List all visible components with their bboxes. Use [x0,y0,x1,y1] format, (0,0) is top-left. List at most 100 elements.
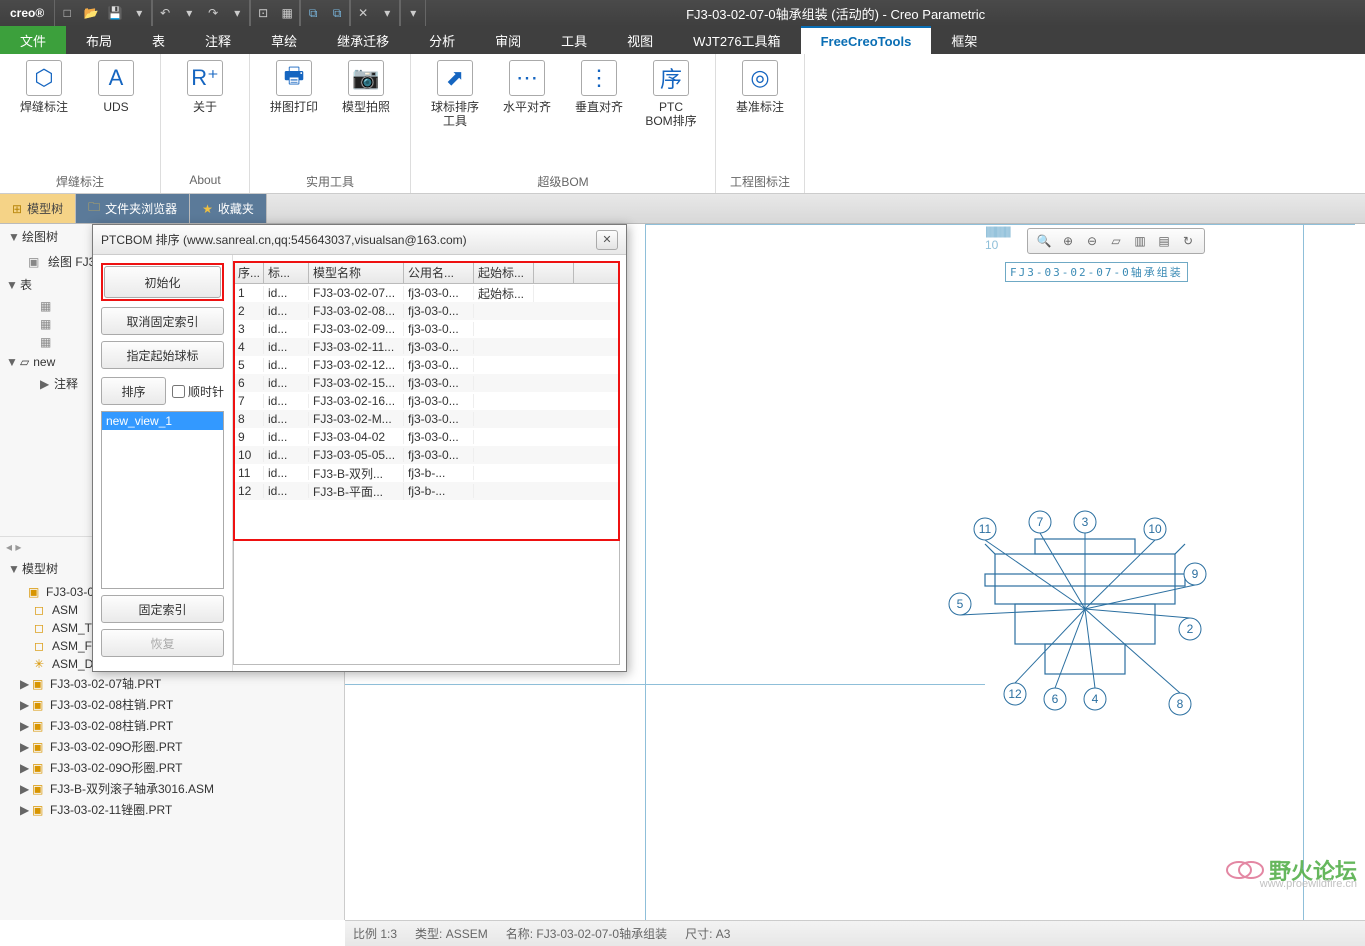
table-row[interactable]: 10id...FJ3-03-05-05...fj3-03-0... [234,446,619,464]
init-button[interactable]: 初始化 [104,266,221,298]
table-header[interactable]: 模型名称 [309,262,404,283]
ribbon-button[interactable]: ⬡焊缝标注 [14,60,74,114]
dialog-titlebar[interactable]: PTCBOM 排序 (www.sanreal.cn,qq:545643037,v… [93,225,626,255]
table-row[interactable]: 11id...FJ3-B-双列...fj3-b-... [234,464,619,482]
set-start-balloon-button[interactable]: 指定起始球标 [101,341,224,369]
favorites-tab[interactable]: ★收藏夹 [190,194,267,223]
redo-icon[interactable]: ↷ [201,0,225,26]
cancel-fix-index-button[interactable]: 取消固定索引 [101,307,224,335]
table-row[interactable]: 9id...FJ3-03-04-02fj3-03-0... [234,428,619,446]
model-tree-item[interactable]: ▶▣FJ3-B-双列滚子轴承3016.ASM [6,778,338,799]
dialog-close-button[interactable]: ✕ [596,230,618,250]
regen-icon[interactable]: ⊡ [251,0,275,26]
table-header[interactable]: 标... [264,262,309,283]
table-header[interactable]: 起始标... [474,262,534,283]
ribbon-button[interactable]: 序PTCBOM排序 [641,60,701,128]
view-list-item[interactable]: new_view_1 [102,412,223,430]
table-header[interactable]: 公用名... [404,262,474,283]
ribbon-button[interactable]: ⬈球标排序工具 [425,60,485,128]
tab-analysis[interactable]: 分析 [409,26,475,54]
view-list[interactable]: new_view_1 [101,411,224,589]
table-row[interactable]: 1id...FJ3-03-02-07...fj3-03-0...起始标... [234,284,619,302]
restore-button[interactable]: 恢复 [101,629,224,657]
save-icon[interactable]: 💾 [103,0,127,26]
ribbon-icon: ◎ [742,60,778,96]
ribbon-icon: 🖶 [276,60,312,96]
bom-table[interactable]: 序...标...模型名称公用名...起始标... 1id...FJ3-03-02… [233,261,620,665]
new-icon[interactable]: □ [55,0,79,26]
tab-tools[interactable]: 工具 [541,26,607,54]
tab-view[interactable]: 视图 [607,26,673,54]
tab-table[interactable]: 表 [132,26,185,54]
ptcbom-sort-dialog: PTCBOM 排序 (www.sanreal.cn,qq:545643037,v… [92,224,627,672]
zoom-in-icon[interactable]: ⊕ [1057,230,1079,252]
zoom-out-icon[interactable]: ⊖ [1081,230,1103,252]
table-row[interactable]: 8id...FJ3-03-02-M...fj3-03-0... [234,410,619,428]
save-dd-icon[interactable]: ▾ [127,0,151,26]
tab-annotate[interactable]: 注释 [185,26,251,54]
model-tree-item[interactable]: ▶▣FJ3-03-02-08柱销.PRT [6,715,338,736]
table-row[interactable]: 7id...FJ3-03-02-16...fj3-03-0... [234,392,619,410]
table-row[interactable]: 6id...FJ3-03-02-15...fj3-03-0... [234,374,619,392]
tab-sketch[interactable]: 草绘 [251,26,317,54]
svg-text:6: 6 [1052,692,1059,706]
ribbon-button[interactable]: 🖶拼图打印 [264,60,324,114]
part-icon: ▣ [32,698,46,712]
fix-index-button[interactable]: 固定索引 [101,595,224,623]
close-icon[interactable]: ✕ [351,0,375,26]
tab-freecreotools[interactable]: FreeCreoTools [801,26,932,54]
part-icon: ✳ [34,657,48,671]
open-icon[interactable]: 📂 [79,0,103,26]
display-icon[interactable]: ▤ [1153,230,1175,252]
svg-text:3: 3 [1082,515,1089,529]
ribbon-icon: ⋮ [581,60,617,96]
asm-icon: ▣ [28,585,42,599]
refresh-icon[interactable]: ↻ [1177,230,1199,252]
table-row[interactable]: 12id...FJ3-B-平面...fj3-b-... [234,482,619,500]
folder-browser-tab[interactable]: 🗀文件夹浏览器 [76,194,190,223]
select-icon[interactable]: ▦ [275,0,299,26]
ribbon-button[interactable]: AUDS [86,60,146,114]
status-size: 尺寸: A3 [685,925,730,942]
ribbon-button[interactable]: ⋯水平对齐 [497,60,557,114]
zoom-fit-icon[interactable]: 🔍 [1033,230,1055,252]
model-tree-item[interactable]: ▶▣FJ3-03-02-08柱销.PRT [6,694,338,715]
model-tree-tab[interactable]: ⊞模型树 [0,194,76,223]
table-row[interactable]: 2id...FJ3-03-02-08...fj3-03-0... [234,302,619,320]
model-tree-item[interactable]: ▶▣FJ3-03-02-09O形圈.PRT [6,757,338,778]
document-tabs: ⊞模型树 🗀文件夹浏览器 ★收藏夹 [0,194,1365,224]
status-bar: 比例 1:3 类型: ASSEM 名称: FJ3-03-02-07-0轴承组装 … [345,920,1365,946]
ribbon-icon: 📷 [348,60,384,96]
tab-file[interactable]: 文件 [0,26,66,54]
tab-layout[interactable]: 布局 [66,26,132,54]
model-tree-item[interactable]: ▶▣FJ3-03-02-09O形圈.PRT [6,736,338,757]
assembly-view: 11731095212648 [945,494,1225,724]
svg-text:9: 9 [1192,567,1199,581]
ribbon-button[interactable]: ⋮垂直对齐 [569,60,629,114]
clockwise-checkbox[interactable]: 顺时针 [172,383,224,400]
table-row[interactable]: 5id...FJ3-03-02-12...fj3-03-0... [234,356,619,374]
ribbon-button[interactable]: ◎基准标注 [730,60,790,114]
table-header[interactable]: 序... [234,262,264,283]
tab-review[interactable]: 审阅 [475,26,541,54]
sort-button[interactable]: 排序 [101,377,166,405]
model-tree-item[interactable]: ▶▣FJ3-03-02-07轴.PRT [6,673,338,694]
model-tree-item[interactable]: ▶▣FJ3-03-02-11锉圈.PRT [6,799,338,820]
table-row[interactable]: 4id...FJ3-03-02-11...fj3-03-0... [234,338,619,356]
window-icon[interactable]: ⧉ [301,0,325,26]
ribbon-button[interactable]: R⁺关于 [175,60,235,114]
tab-inherit[interactable]: 继承迁移 [317,26,409,54]
watermark: 野火论坛 www.proewildfire.cn [1225,852,1357,888]
more-icon[interactable]: ▾ [401,0,425,26]
ribbon-icon: R⁺ [187,60,223,96]
ribbon-tabs: 文件 布局 表 注释 草绘 继承迁移 分析 审阅 工具 视图 WJT276工具箱… [0,26,1365,54]
table-row[interactable]: 3id...FJ3-03-02-09...fj3-03-0... [234,320,619,338]
sheet-icon[interactable]: ▱ [1105,230,1127,252]
undo-icon[interactable]: ↶ [153,0,177,26]
table-header[interactable] [534,262,574,283]
layer-icon[interactable]: ▥ [1129,230,1151,252]
tab-wjt[interactable]: WJT276工具箱 [673,26,800,54]
tab-frame[interactable]: 框架 [931,26,997,54]
ribbon-button[interactable]: 📷模型拍照 [336,60,396,114]
close-window-icon[interactable]: ⧉ [325,0,349,26]
